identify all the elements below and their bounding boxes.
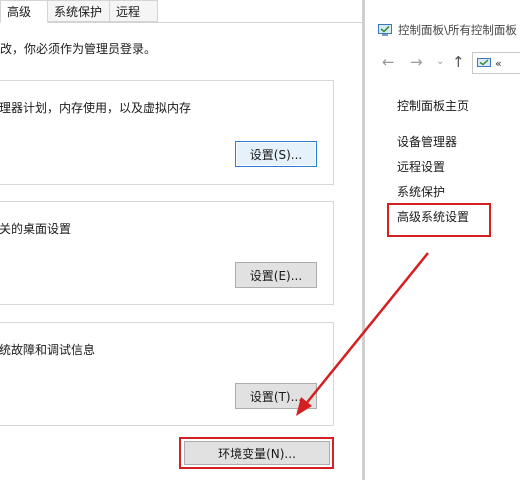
tab-remote[interactable]: 远程 <box>110 0 158 22</box>
recent-locations-chevron-icon[interactable]: ⌄ <box>436 56 444 67</box>
device-manager-link[interactable]: 设备管理器 <box>397 133 457 150</box>
tab-bar-filler <box>158 0 362 22</box>
startup-recovery-group: 统故障和调试信息 设置(T)... <box>0 322 334 426</box>
control-panel-window: 控制面板\所有控制面板 ← → ⌄ ↑ « 控制面板主页 设备管理器 远程设置 … <box>366 0 520 480</box>
user-profiles-description: 关的桌面设置 <box>0 222 72 236</box>
system-protection-link[interactable]: 系统保护 <box>397 183 445 200</box>
performance-description: 理器计划，内存使用，以及虚拟内存 <box>0 101 192 115</box>
back-arrow-icon[interactable]: ← <box>382 54 395 70</box>
window-divider <box>362 0 365 480</box>
performance-group: 理器计划，内存使用，以及虚拟内存 设置(S)... <box>0 80 334 185</box>
tab-advanced[interactable]: 高级 <box>0 0 48 23</box>
window-title: 控制面板\所有控制面板 <box>398 23 517 37</box>
performance-settings-button[interactable]: 设置(S)... <box>235 141 317 167</box>
up-arrow-icon[interactable]: ↑ <box>452 54 465 70</box>
address-bar[interactable]: « <box>472 52 520 74</box>
admin-note: 改，你必须作为管理员登录。 <box>0 42 157 56</box>
tab-system-protection[interactable]: 系统保护 <box>48 0 110 22</box>
title-bar: 控制面板\所有控制面板 <box>366 20 520 40</box>
control-panel-icon <box>378 24 392 36</box>
user-profiles-settings-button[interactable]: 设置(E)... <box>235 262 317 288</box>
forward-arrow-icon[interactable]: → <box>410 54 423 70</box>
highlight-advanced-settings <box>387 203 491 237</box>
navigation-bar: ← → ⌄ ↑ « <box>366 50 520 76</box>
startup-recovery-description: 统故障和调试信息 <box>0 343 96 357</box>
tab-bar: 高级 系统保护 远程 <box>0 0 362 23</box>
address-overflow: « <box>495 56 502 70</box>
control-panel-address-icon <box>477 57 491 67</box>
highlight-environment-variables <box>179 437 334 469</box>
remote-settings-link[interactable]: 远程设置 <box>397 158 445 175</box>
control-panel-home-link[interactable]: 控制面板主页 <box>397 97 469 114</box>
startup-recovery-settings-button[interactable]: 设置(T)... <box>235 383 317 409</box>
system-properties-dialog: 高级 系统保护 远程 改，你必须作为管理员登录。 理器计划，内存使用，以及虚拟内… <box>0 0 362 480</box>
user-profiles-group: 关的桌面设置 设置(E)... <box>0 201 334 305</box>
